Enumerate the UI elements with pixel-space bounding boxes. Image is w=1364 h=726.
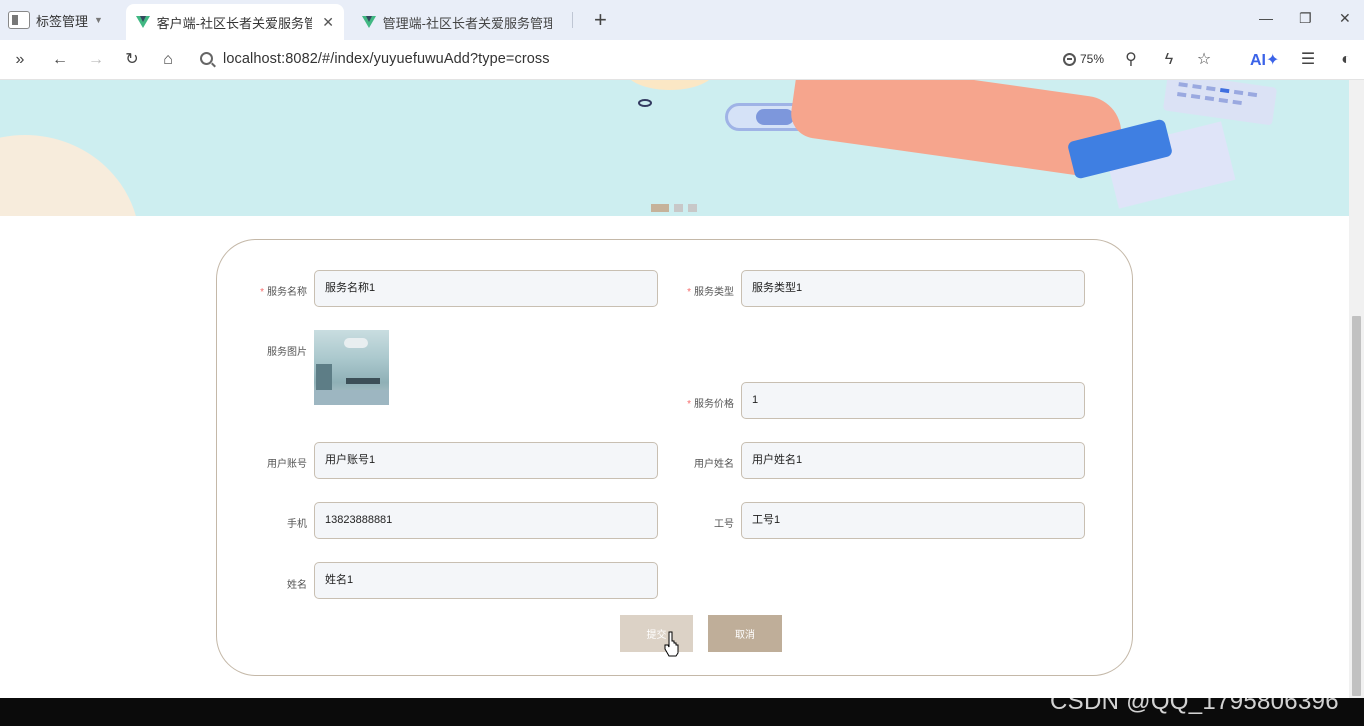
tab-title: 客户端-社区长者关爱服务管理: [156, 15, 313, 31]
vue-logo-icon: [136, 16, 150, 28]
zoom-level: 75%: [1080, 52, 1105, 66]
close-tab-icon[interactable]: ✕: [322, 14, 334, 31]
service-image-thumbnail[interactable]: [314, 330, 389, 405]
tab-title: 管理端-社区长者关爱服务管理系: [382, 15, 552, 31]
page-scrollbar[interactable]: [1349, 80, 1364, 698]
browser-tab-strip: 标签管理 ▼ 客户端-社区长者关爱服务管理 ✕ 管理端-社区长者关爱服务管理系 …: [0, 0, 1364, 40]
watermark: CSDN @QQ_1795806396: [1050, 688, 1339, 715]
user-account-label: 用户账号: [267, 459, 307, 470]
back-arrow-icon[interactable]: ←: [50, 50, 70, 70]
banner-decoration: [625, 80, 715, 90]
tab-group-label: 标签管理: [36, 13, 89, 29]
carousel-dot[interactable]: [674, 204, 683, 212]
key-icon[interactable]: ⚲: [1121, 50, 1141, 70]
carousel-dot[interactable]: [651, 204, 669, 212]
close-window-button[interactable]: ✕: [1339, 10, 1351, 27]
search-icon: [200, 52, 213, 65]
service-name-input[interactable]: 服务名称1: [314, 270, 658, 307]
sidebar-toggle-icon[interactable]: [8, 11, 30, 29]
service-name-label: * 服务名称: [260, 287, 307, 298]
phone-label: 手机: [287, 519, 307, 530]
minimize-button[interactable]: —: [1259, 10, 1273, 26]
tab-client[interactable]: 客户端-社区长者关爱服务管理 ✕: [126, 4, 344, 40]
calendar-illustration: [1162, 80, 1278, 126]
banner-decoration: [638, 99, 652, 107]
star-icon[interactable]: ☆: [1194, 50, 1214, 70]
banner-decoration: [0, 135, 140, 216]
carousel-indicators: [651, 204, 697, 212]
banner-carousel: [0, 80, 1349, 216]
staff-number-input[interactable]: 工号1: [741, 502, 1085, 539]
scrollbar-thumb[interactable]: [1352, 316, 1361, 696]
tab-group-manager[interactable]: 标签管理 ▼: [8, 8, 103, 32]
service-image-label: 服务图片: [267, 347, 307, 358]
service-type-input[interactable]: 服务类型1: [741, 270, 1085, 307]
extensions-icon[interactable]: ◐: [1336, 50, 1356, 70]
zoom-out-icon: [1063, 52, 1076, 66]
service-price-label: * 服务价格: [687, 399, 734, 410]
user-name-label: 用户姓名: [694, 459, 734, 470]
ai-assistant-button[interactable]: AI✦: [1250, 50, 1279, 70]
user-account-input[interactable]: 用户账号1: [314, 442, 658, 479]
staff-number-label: 工号: [714, 519, 734, 530]
zoom-indicator[interactable]: 75%: [1063, 52, 1104, 66]
name-input[interactable]: 姓名1: [314, 562, 658, 599]
vue-logo-icon: [362, 16, 376, 28]
menu-list-icon[interactable]: ☰: [1298, 50, 1318, 70]
name-label: 姓名: [287, 580, 307, 591]
home-icon[interactable]: ⌂: [158, 50, 178, 70]
address-bar[interactable]: localhost:8082/#/index/yuyuefuwuAdd?type…: [223, 51, 550, 67]
service-price-input[interactable]: 1: [741, 382, 1085, 419]
user-name-input[interactable]: 用户姓名1: [741, 442, 1085, 479]
tab-admin[interactable]: 管理端-社区长者关爱服务管理系: [352, 4, 562, 40]
restore-button[interactable]: ❐: [1299, 10, 1312, 27]
carousel-dot[interactable]: [688, 204, 697, 212]
phone-input[interactable]: 13823888881: [314, 502, 658, 539]
new-tab-button[interactable]: +: [594, 8, 607, 32]
lightning-icon[interactable]: ϟ: [1159, 50, 1179, 70]
chevron-down-icon: ▼: [94, 15, 103, 25]
submit-button[interactable]: 提交: [620, 615, 693, 652]
cancel-button[interactable]: 取消: [708, 615, 782, 652]
reload-icon[interactable]: ↻: [122, 50, 142, 70]
sidebar-expand-icon[interactable]: »: [10, 50, 30, 70]
forward-arrow-icon[interactable]: →: [86, 50, 106, 70]
browser-toolbar: » ← → ↻ ⌂ localhost:8082/#/index/yuyuefu…: [0, 40, 1364, 80]
service-type-label: * 服务类型: [687, 287, 734, 298]
tab-divider: [572, 12, 573, 28]
hand-cursor-icon: [664, 631, 679, 657]
